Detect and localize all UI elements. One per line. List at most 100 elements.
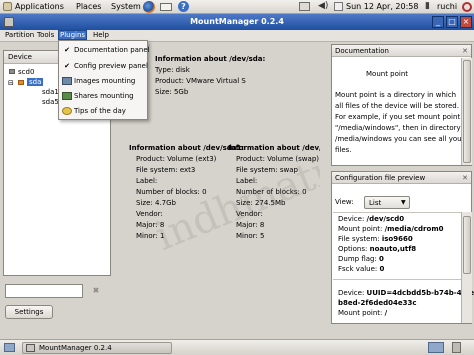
applications-menu[interactable]: Applications: [15, 2, 64, 11]
taskbar-window-label: MountManager 0.2.4: [39, 344, 112, 352]
datetime[interactable]: Sun 12 Apr, 20:58: [346, 2, 418, 11]
plugin-label: Images mounting: [74, 77, 136, 85]
close-icon[interactable]: ✕: [462, 174, 468, 182]
config-entry: File system: iso9660: [338, 235, 413, 243]
username[interactable]: ruchi: [437, 2, 457, 11]
collapse-icon[interactable]: ⊟: [8, 79, 14, 87]
doc-line: /media/windows you can see all your: [335, 135, 465, 143]
user-icon: ▮: [425, 1, 430, 11]
doc-scrollbar[interactable]: [461, 58, 472, 165]
show-desktop-icon[interactable]: [4, 343, 15, 352]
view-select-value: List: [369, 199, 382, 207]
doc-line: "/media/windows", then in directory: [335, 124, 461, 132]
doc-heading: Mount point: [366, 70, 409, 78]
disk-icon: [18, 80, 24, 85]
sda1-blocks: Number of blocks: 0: [136, 188, 207, 196]
config-preview-header: Configuration file preview ✕: [332, 172, 471, 184]
divider: [333, 279, 461, 280]
image-icon: [62, 77, 72, 85]
config-preview-title: Configuration file preview: [335, 174, 426, 182]
doc-scrollbar-thumb[interactable]: [463, 60, 471, 163]
settings-button[interactable]: Settings: [5, 305, 53, 319]
documentation-panel-title: Documentation: [335, 47, 389, 55]
top-panel: Applications Places System ? ◀) Sun 12 A…: [0, 0, 474, 14]
menu-help[interactable]: Help: [92, 31, 110, 39]
config-entry: Device: /dev/scd0: [338, 215, 405, 223]
sda-product: Product: VMware Virtual S: [155, 77, 246, 85]
sda1-label: Label:: [136, 177, 158, 185]
menu-plugins[interactable]: Plugins: [57, 30, 88, 40]
config-entry: Mount point: /media/cdrom0: [338, 225, 444, 233]
config-entry: Options: noauto,utf8: [338, 245, 417, 253]
sda1-filesystem: File system: ext3: [136, 166, 196, 174]
mail-icon[interactable]: [160, 3, 172, 11]
datetime-icon: [334, 2, 343, 11]
plugin-label: Shares mounting: [74, 92, 134, 100]
system-menu[interactable]: System: [111, 2, 141, 11]
config-entry: Device: UUID=4dcbdd5b-b74b-4efe-: [338, 289, 474, 297]
sda1-info-heading: Information about /dev/sda1:: [129, 144, 245, 152]
doc-line: For example, if you set mount point: [335, 113, 461, 121]
config-scrollbar[interactable]: [461, 212, 472, 323]
tree-node-scd0[interactable]: scd0: [18, 68, 34, 76]
view-label: View:: [335, 198, 354, 206]
plugin-label: Tips of the day: [74, 107, 126, 115]
config-entry: Fsck value: 0: [338, 265, 385, 273]
apps-icon[interactable]: [3, 2, 12, 11]
tree-node-sda5[interactable]: sda5: [42, 98, 59, 106]
trash-icon[interactable]: [452, 342, 461, 353]
menu-partition[interactable]: Partition: [4, 31, 35, 39]
menu-tools[interactable]: Tools: [36, 31, 55, 39]
documentation-panel-header: Documentation ✕: [332, 45, 471, 57]
chevron-down-icon: ▼: [401, 199, 406, 206]
pane-splitter[interactable]: [320, 44, 327, 316]
plugin-tips-of-the-day[interactable]: Tips of the day: [59, 103, 147, 119]
documentation-panel: Documentation ✕ Mount point Mount point …: [331, 44, 472, 166]
device-filter-input[interactable]: [5, 284, 83, 298]
sda5-info-heading: Information about /dev/sda5:: [228, 144, 320, 152]
firefox-icon[interactable]: [143, 1, 155, 13]
maximize-button[interactable]: □: [446, 16, 458, 28]
close-button[interactable]: ×: [460, 16, 472, 28]
sda1-product: Product: Volume (ext3): [136, 155, 217, 163]
plugin-label: Documentation panel: [74, 46, 150, 54]
documentation-text: Mount point Mount point is a directory i…: [333, 58, 465, 165]
places-menu[interactable]: Places: [76, 2, 101, 11]
config-entry: b8ed-2f6ded04e33c: [338, 299, 417, 307]
checkmark-icon: ✔: [64, 46, 70, 54]
network-icon[interactable]: [299, 2, 310, 11]
plugin-images-mounting[interactable]: Images mounting: [59, 73, 147, 89]
config-scrollbar-thumb[interactable]: [463, 216, 471, 274]
config-preview-panel: Configuration file preview ✕ View: List …: [331, 171, 474, 324]
tree-node-sda[interactable]: sda: [27, 78, 44, 86]
config-entry: Dump flag: 0: [338, 255, 384, 263]
plugins-menu: ✔ Documentation panel ✔ Config preview p…: [58, 40, 150, 120]
plugin-label: Config preview panel: [74, 62, 148, 70]
config-entry: Mount point: /: [338, 309, 388, 317]
doc-line: files.: [335, 146, 352, 154]
doc-line: all files of the device will be stored.: [335, 102, 459, 110]
volume-icon[interactable]: ◀): [318, 2, 328, 11]
tree-node-sda1[interactable]: sda1: [42, 88, 59, 96]
checkmark-icon: ✔: [64, 62, 70, 70]
workspace-switcher[interactable]: [428, 342, 444, 353]
sda-type: Type: disk: [155, 66, 190, 74]
window-icon: [26, 344, 35, 352]
window-titlebar[interactable]: MountManager 0.2.4 _ □ ×: [0, 14, 474, 30]
minimize-button[interactable]: _: [432, 16, 444, 28]
view-select[interactable]: List ▼: [364, 196, 410, 209]
close-icon[interactable]: ✕: [462, 47, 468, 55]
plugin-documentation-panel[interactable]: ✔ Documentation panel: [59, 42, 150, 58]
sda-info-heading: Information about /dev/sda:: [155, 55, 266, 63]
help-icon[interactable]: ?: [178, 1, 189, 12]
sda5-minor: Minor: 5: [236, 232, 265, 240]
config-preview-list: Device: /dev/scd0 Mount point: /media/cd…: [333, 212, 474, 323]
plugin-config-preview-panel[interactable]: ✔ Config preview panel: [59, 58, 148, 74]
plugin-shares-mounting[interactable]: Shares mounting: [59, 88, 147, 104]
lightbulb-icon: [62, 107, 72, 115]
taskbar-window-button[interactable]: MountManager 0.2.4: [22, 342, 172, 354]
window-title: MountManager 0.2.4: [190, 17, 284, 26]
clear-filter-icon[interactable]: ✖: [88, 284, 104, 298]
power-icon[interactable]: [462, 2, 472, 12]
network-share-icon: [62, 92, 72, 100]
